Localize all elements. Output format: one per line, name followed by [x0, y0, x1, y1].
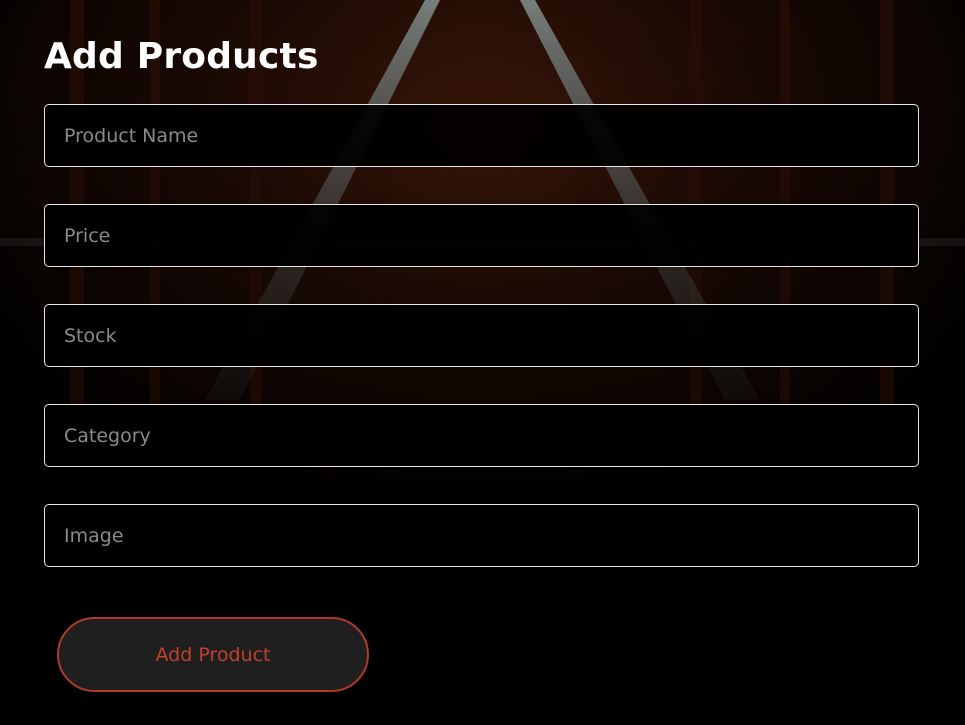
product-name-input[interactable] — [44, 104, 919, 167]
page-title: Add Products — [44, 36, 319, 77]
image-input[interactable] — [44, 504, 919, 567]
add-product-button[interactable]: Add Product — [57, 617, 369, 692]
price-input[interactable] — [44, 204, 919, 267]
stock-input[interactable] — [44, 304, 919, 367]
page: Add Products Add Product — [0, 0, 965, 725]
category-input[interactable] — [44, 404, 919, 467]
